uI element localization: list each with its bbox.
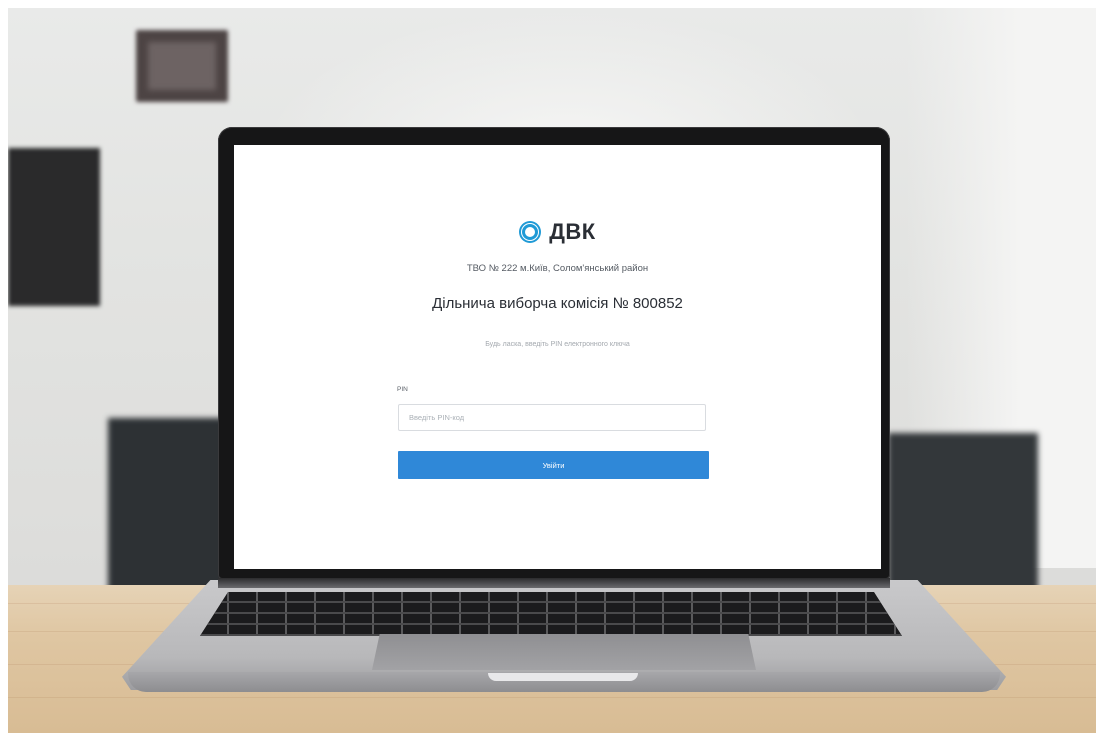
brand-header: ДВК [234, 219, 881, 245]
laptop-hinge [218, 578, 890, 588]
pin-hint-text: Будь ласка, введіть PIN електронного клю… [485, 341, 630, 348]
laptop-lid-notch [488, 673, 638, 681]
pin-label: PIN [397, 386, 408, 393]
district-subtitle: ТВО № 222 м.Київ, Солом'янський район [466, 263, 649, 274]
laptop-screen: ДВК ТВО № 222 м.Київ, Солом'янський райо… [234, 145, 881, 569]
brand-name: ДВК [549, 219, 596, 244]
page-title: Дільнича виборча комісія № 800852 [432, 295, 683, 312]
wood-grain [8, 697, 1096, 698]
wall-tv [8, 148, 100, 306]
laptop-trackpad [372, 634, 756, 670]
laptop-keyboard [200, 592, 902, 636]
pin-input[interactable] [398, 404, 706, 431]
photo-scene: ДВК ТВО № 222 м.Київ, Солом'янський райо… [0, 0, 1096, 741]
wall-picture [148, 42, 216, 90]
target-logo-icon [519, 221, 542, 243]
sofa-right [888, 433, 1038, 588]
login-button[interactable]: Увійти [398, 451, 709, 479]
